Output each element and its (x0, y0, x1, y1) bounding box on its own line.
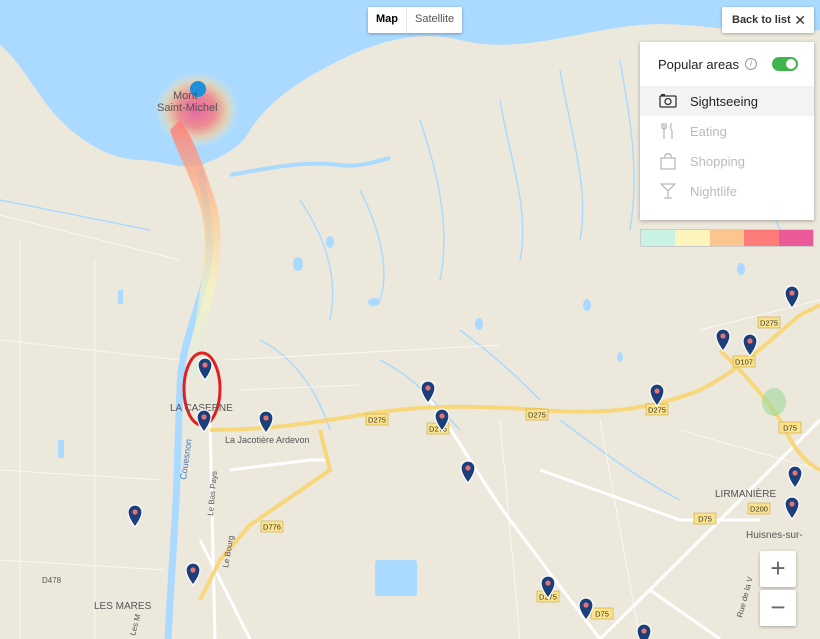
map-marker[interactable] (460, 460, 476, 485)
map-type-control: Map Satellite (368, 7, 463, 33)
category-label: Eating (690, 123, 727, 139)
label-mont-line1: Mont (173, 90, 197, 102)
legend-swatch (641, 230, 676, 246)
svg-text:D107: D107 (735, 358, 753, 367)
panel-title: Popular areas (658, 56, 739, 72)
road-shield: D200 (747, 502, 771, 515)
info-icon[interactable]: i (744, 58, 757, 70)
map-marker[interactable] (784, 285, 800, 310)
category-shopping[interactable]: Shopping (640, 146, 814, 176)
road-shield: D776 (260, 520, 284, 533)
road-shields: D275D275D275D275D107D75D75D200D776D275D2… (260, 316, 802, 620)
camera-icon (658, 92, 678, 110)
road-shield: D75 (693, 512, 717, 525)
category-sightseeing[interactable]: Sightseeing (640, 86, 814, 116)
road-shield: D275 (525, 408, 549, 421)
popular-areas-toggle[interactable] (772, 57, 798, 71)
close-icon: ✕ (794, 12, 806, 28)
category-label: Sightseeing (690, 93, 758, 109)
svg-text:D75: D75 (698, 515, 712, 524)
label-huisnes: Huisnes-sur- (746, 530, 803, 541)
shopping-bag-icon (658, 152, 678, 170)
legend-swatch (709, 230, 745, 246)
category-eating[interactable]: Eating (640, 116, 814, 146)
map-type-map-button[interactable]: Map (368, 7, 406, 33)
label-bas-pays: Le Bas Pays (206, 471, 219, 517)
map-marker[interactable] (784, 496, 800, 521)
category-nightlife[interactable]: Nightlife (640, 176, 814, 206)
zoom-in-button[interactable]: + (760, 551, 796, 587)
major-roads (198, 303, 820, 601)
place-markers[interactable] (127, 285, 803, 639)
label-rue-de-la: Rue de la V (735, 575, 755, 618)
heatmap-green (762, 388, 786, 416)
map-type-satellite-button[interactable]: Satellite (406, 7, 462, 33)
svg-text:D275: D275 (368, 416, 386, 425)
category-label: Shopping (690, 153, 745, 169)
popular-areas-panel: Popular areas i Sightseeing Eating Shopp… (640, 42, 814, 220)
label-le-bourg: Le Bourg (221, 535, 236, 569)
road-shield: D275 (757, 316, 781, 329)
label-les-m: Les M (128, 613, 142, 637)
map-marker[interactable] (127, 504, 143, 529)
river-branch (229, 156, 391, 177)
map-marker[interactable] (197, 357, 213, 382)
road-shield: D107 (732, 355, 756, 368)
road-shield: D75 (778, 421, 802, 434)
map-marker[interactable] (715, 328, 731, 353)
label-lirmaniere: LIRMANIÈRE (715, 487, 776, 500)
map-marker[interactable] (636, 623, 652, 639)
legend-swatch (744, 230, 779, 246)
map-marker[interactable] (787, 465, 803, 490)
label-mont-line2: Saint-Michel (157, 102, 218, 114)
svg-text:D776: D776 (263, 523, 281, 532)
panel-header: Popular areas i (640, 42, 814, 86)
svg-text:D275: D275 (528, 411, 546, 420)
svg-text:D275: D275 (760, 319, 778, 328)
road-shield: D75 (590, 607, 614, 620)
road-shield: D275 (365, 413, 389, 426)
zoom-out-button[interactable]: − (760, 590, 796, 626)
map-marker[interactable] (185, 562, 201, 587)
legend-swatch (778, 230, 814, 246)
svg-text:D75: D75 (783, 424, 797, 433)
ponds (58, 236, 745, 596)
heatmap-legend (640, 229, 814, 247)
category-label: Nightlife (690, 183, 737, 199)
label-d478: D478 (42, 576, 62, 585)
back-to-list-label: Back to list (732, 14, 791, 26)
fork-knife-icon (658, 122, 678, 140)
label-jacotiere: La Jacotière Ardevon (225, 435, 310, 445)
label-les-mares: LES MARES (94, 601, 152, 612)
cocktail-icon (658, 182, 678, 200)
svg-text:D200: D200 (750, 505, 768, 514)
legend-swatch (675, 230, 710, 246)
back-to-list-button[interactable]: Back to list ✕ (722, 7, 814, 33)
svg-text:D75: D75 (595, 610, 609, 619)
